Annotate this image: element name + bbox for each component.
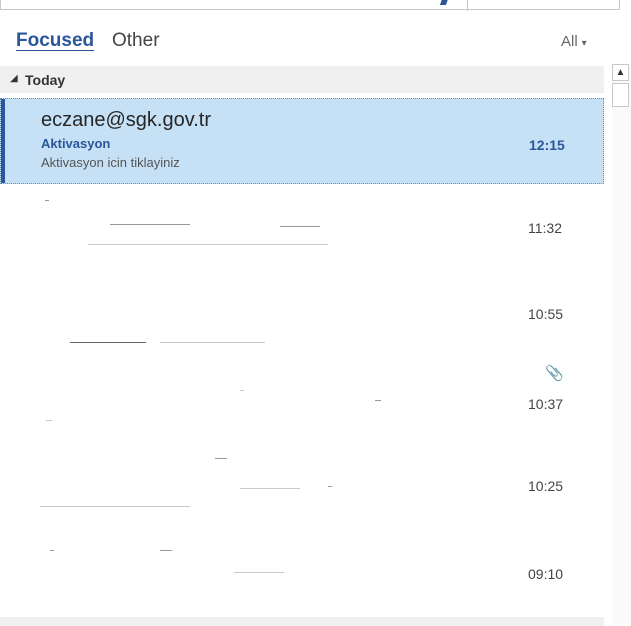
faded-text (375, 400, 381, 401)
group-header-next[interactable] (0, 617, 604, 626)
scroll-thumb[interactable] (612, 83, 629, 107)
list-item[interactable]: 📎 10:37 (0, 362, 604, 442)
message-item-selected[interactable]: eczane@sgk.gov.tr Aktivasyon Aktivasyon … (0, 98, 604, 184)
message-time: 12:15 (529, 137, 565, 153)
search-area (0, 0, 631, 14)
message-list: ◢ Today eczane@sgk.gov.tr Aktivasyon Akt… (0, 66, 604, 626)
collapse-triangle-icon: ◢ (10, 73, 18, 84)
faded-text (240, 488, 300, 489)
message-time: 11:32 (528, 220, 562, 236)
message-time: 09:10 (528, 566, 564, 582)
search-divider (467, 0, 468, 11)
list-item[interactable]: 11:32 (0, 192, 604, 272)
faded-text (46, 420, 52, 421)
faded-text (50, 550, 54, 551)
filter-bar: Focused Other All ▾ (0, 28, 612, 58)
faded-text (70, 342, 146, 343)
message-time: 10:55 (528, 306, 564, 322)
group-header-today[interactable]: ◢ Today (0, 66, 604, 93)
faded-text (234, 572, 284, 573)
chevron-down-icon: ▾ (581, 38, 587, 49)
list-item[interactable]: 09:10 (0, 536, 604, 616)
faded-text (215, 458, 227, 459)
tab-other[interactable]: Other (112, 30, 160, 52)
message-time: 10:25 (528, 478, 564, 494)
faded-text (240, 390, 244, 391)
message-subject: Aktivasyon (41, 136, 111, 151)
search-scope-icon (439, 0, 449, 5)
filter-dropdown[interactable]: All ▾ (561, 33, 587, 50)
selection-indicator (1, 99, 5, 183)
group-label: Today (25, 72, 66, 88)
faded-text (40, 506, 190, 507)
faded-text (160, 550, 172, 551)
scroll-up-button[interactable]: ▲ (612, 64, 629, 81)
faded-text (110, 224, 190, 225)
scrollbar[interactable]: ▲ (612, 64, 631, 624)
search-input[interactable] (0, 0, 620, 11)
tab-focused[interactable]: Focused (16, 30, 94, 52)
faded-text (280, 226, 320, 227)
list-item[interactable]: 10:55 (0, 278, 604, 358)
paperclip-icon: 📎 (545, 365, 564, 382)
message-sender: eczane@sgk.gov.tr (41, 109, 212, 131)
faded-text (160, 342, 265, 343)
faded-text (328, 486, 332, 487)
list-item[interactable]: 10:25 (0, 448, 604, 528)
faded-text (45, 200, 49, 201)
message-time: 10:37 (528, 396, 564, 412)
filter-label: All (561, 33, 578, 50)
faded-text (88, 244, 328, 245)
message-preview: Aktivasyon icin tiklayiniz (41, 155, 180, 170)
